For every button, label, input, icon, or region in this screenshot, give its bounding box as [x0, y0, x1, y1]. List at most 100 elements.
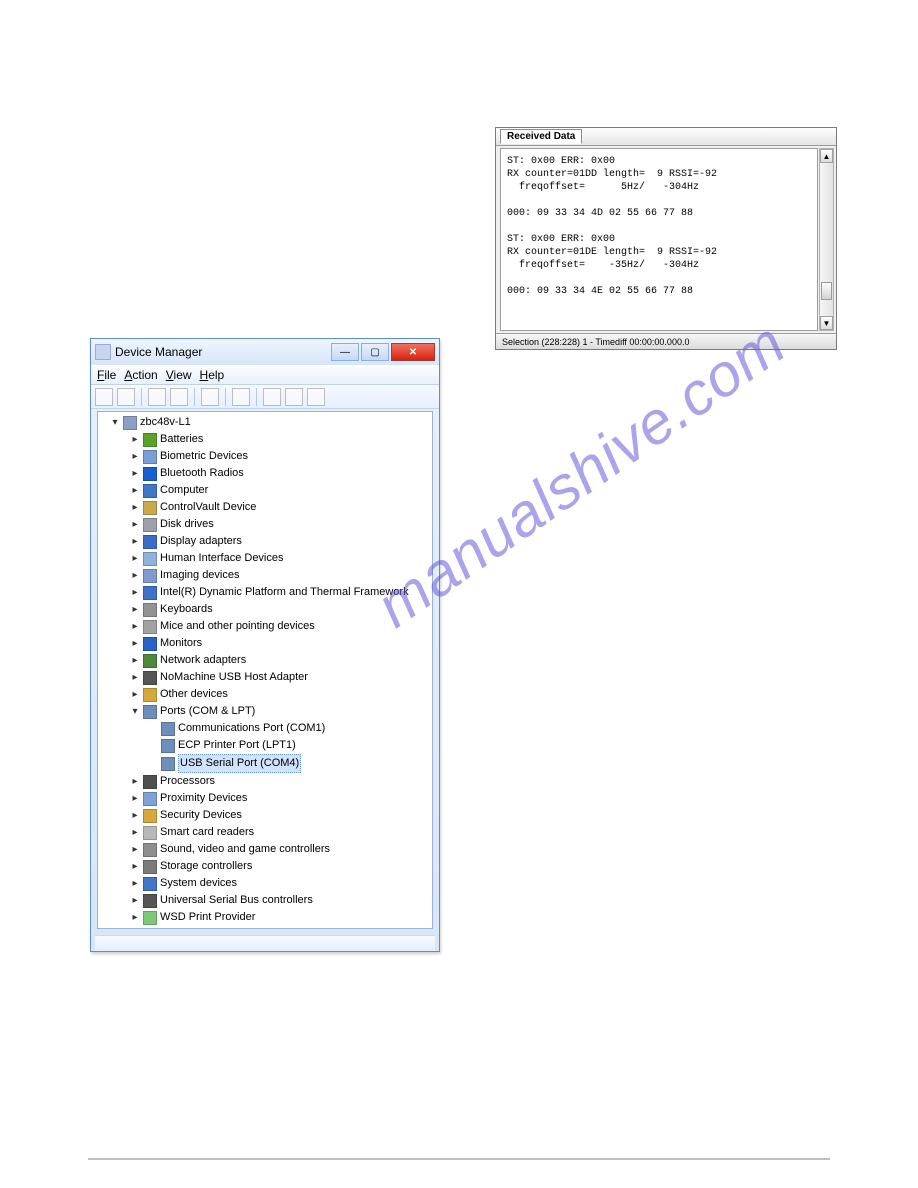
expand-icon[interactable]: ▸: [130, 567, 140, 584]
tree-node[interactable]: ▸Intel(R) Dynamic Platform and Thermal F…: [100, 584, 430, 601]
expand-icon[interactable]: ▸: [130, 807, 140, 824]
menu-file[interactable]: File: [97, 368, 116, 382]
toolbar-icon[interactable]: [232, 388, 250, 406]
tree-node[interactable]: ▸ Bluetooth Radios: [100, 465, 430, 482]
expand-icon[interactable]: ▸: [130, 790, 140, 807]
tree-node[interactable]: ▸WSD Print Provider: [100, 909, 430, 926]
expand-icon[interactable]: ▸: [130, 499, 140, 516]
tree-node[interactable]: USB Serial Port (COM4): [100, 754, 430, 773]
status-bar: Selection (228:228) 1 - Timediff 00:00:0…: [496, 333, 836, 349]
tree-node[interactable]: ▸ Biometric Devices: [100, 448, 430, 465]
toolbar-icon[interactable]: [148, 388, 166, 406]
back-icon[interactable]: [95, 388, 113, 406]
menu-bar: File Action View Help: [91, 365, 439, 385]
tree-node[interactable]: ▸Monitors: [100, 635, 430, 652]
tree-node[interactable]: ▸Disk drives: [100, 516, 430, 533]
menu-action[interactable]: Action: [124, 368, 157, 382]
tree-node[interactable]: ▸Mice and other pointing devices: [100, 618, 430, 635]
tree-node[interactable]: ▸ Human Interface Devices: [100, 550, 430, 567]
device-icon: [143, 450, 157, 464]
tree-node[interactable]: ▸Universal Serial Bus controllers: [100, 892, 430, 909]
tree-node-label: Biometric Devices: [160, 448, 248, 465]
titlebar[interactable]: Device Manager — ▢ ✕: [91, 339, 439, 365]
tree-node-label: Communications Port (COM1): [178, 720, 325, 737]
refresh-icon[interactable]: [307, 388, 325, 406]
expand-icon[interactable]: ▸: [130, 892, 140, 909]
tree-node[interactable]: ▸Smart card readers: [100, 824, 430, 841]
enable-icon[interactable]: [263, 388, 281, 406]
menu-view[interactable]: View: [166, 368, 192, 382]
tree-node[interactable]: ▸Processors: [100, 773, 430, 790]
properties-icon[interactable]: [201, 388, 219, 406]
window-title: Device Manager: [115, 345, 202, 359]
scroll-thumb[interactable]: [821, 282, 832, 300]
tree-node-label: Sound, video and game controllers: [160, 841, 330, 858]
scroll-up-icon[interactable]: ▲: [820, 149, 833, 163]
expand-icon[interactable]: ▸: [130, 618, 140, 635]
app-icon: [95, 344, 111, 360]
expand-icon[interactable]: ▸: [130, 824, 140, 841]
expand-icon[interactable]: ▸: [130, 465, 140, 482]
expand-icon[interactable]: ▸: [130, 773, 140, 790]
menu-help[interactable]: Help: [200, 368, 225, 382]
tree-node[interactable]: ▾Ports (COM & LPT): [100, 703, 430, 720]
expand-icon[interactable]: ▸: [130, 635, 140, 652]
device-icon: [143, 671, 157, 685]
expand-icon[interactable]: ▸: [130, 584, 140, 601]
tree-node[interactable]: ▸ControlVault Device: [100, 499, 430, 516]
scroll-down-icon[interactable]: ▼: [820, 316, 833, 330]
collapse-icon[interactable]: ▾: [110, 414, 120, 431]
tree-node[interactable]: ▸Proximity Devices: [100, 790, 430, 807]
toolbar-icon[interactable]: [170, 388, 188, 406]
tree-node[interactable]: ▸ NoMachine USB Host Adapter: [100, 669, 430, 686]
tab-received-data[interactable]: Received Data: [500, 129, 582, 144]
disable-icon[interactable]: [285, 388, 303, 406]
tree-node[interactable]: ▸ Storage controllers: [100, 858, 430, 875]
close-button[interactable]: ✕: [391, 343, 435, 361]
expand-icon[interactable]: ▸: [130, 448, 140, 465]
expand-icon[interactable]: ▸: [130, 875, 140, 892]
forward-icon[interactable]: [117, 388, 135, 406]
expand-icon[interactable]: ▸: [130, 669, 140, 686]
expand-icon[interactable]: ▸: [130, 858, 140, 875]
expand-icon[interactable]: ▸: [130, 533, 140, 550]
device-icon: [143, 911, 157, 925]
tree-node-label: Batteries: [160, 431, 203, 448]
vertical-scrollbar[interactable]: ▲ ▼: [819, 148, 834, 331]
tree-node[interactable]: ▸ Batteries: [100, 431, 430, 448]
tree-node-label: Keyboards: [160, 601, 213, 618]
received-data-text[interactable]: ST: 0x00 ERR: 0x00 RX counter=01DD lengt…: [500, 148, 818, 331]
device-tree[interactable]: ▾zbc48v-L1 ▸ Batteries ▸ Biometric Devices ▸ B…: [97, 411, 433, 929]
tree-node[interactable]: Communications Port (COM1): [100, 720, 430, 737]
expand-icon[interactable]: ▸: [130, 652, 140, 669]
tree-node[interactable]: ▸Display adapters: [100, 533, 430, 550]
tree-node[interactable]: ▸ Computer: [100, 482, 430, 499]
expand-icon[interactable]: ▸: [130, 601, 140, 618]
minimize-button[interactable]: —: [331, 343, 359, 361]
device-icon: [143, 535, 157, 549]
tree-node-label: Human Interface Devices: [160, 550, 284, 567]
tree-node-label: NoMachine USB Host Adapter: [160, 669, 308, 686]
tree-node[interactable]: ▸ Keyboards: [100, 601, 430, 618]
maximize-button[interactable]: ▢: [361, 343, 389, 361]
tree-node-label: Computer: [160, 482, 208, 499]
expand-icon[interactable]: ▸: [130, 841, 140, 858]
expand-icon[interactable]: ▸: [130, 686, 140, 703]
tree-node-label: Bluetooth Radios: [160, 465, 244, 482]
expand-icon[interactable]: ▸: [130, 431, 140, 448]
tree-node[interactable]: ▸ Sound, video and game controllers: [100, 841, 430, 858]
expand-icon[interactable]: ▸: [130, 482, 140, 499]
tree-node[interactable]: ECP Printer Port (LPT1): [100, 737, 430, 754]
tree-node[interactable]: ▸Imaging devices: [100, 567, 430, 584]
tree-node[interactable]: ▸Other devices: [100, 686, 430, 703]
expand-icon[interactable]: ▸: [130, 909, 140, 926]
tree-node[interactable]: ▾zbc48v-L1: [100, 414, 430, 431]
tree-node[interactable]: ▸System devices: [100, 875, 430, 892]
tree-node[interactable]: ▸Network adapters: [100, 652, 430, 669]
tree-node[interactable]: ▸Security Devices: [100, 807, 430, 824]
collapse-icon[interactable]: ▾: [130, 703, 140, 720]
tree-node-label: USB Serial Port (COM4): [178, 754, 301, 773]
tree-node-label: Storage controllers: [160, 858, 252, 875]
expand-icon[interactable]: ▸: [130, 550, 140, 567]
expand-icon[interactable]: ▸: [130, 516, 140, 533]
